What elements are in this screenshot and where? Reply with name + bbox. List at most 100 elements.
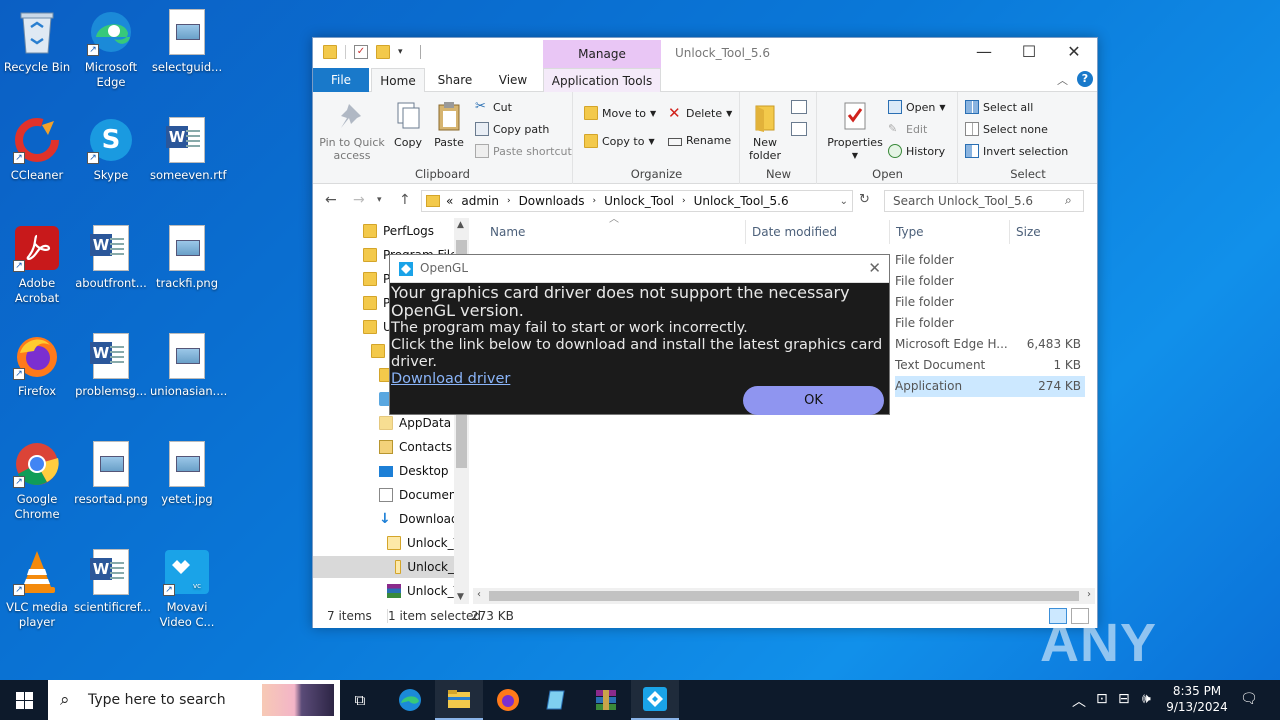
easy-access-icon[interactable] — [791, 122, 807, 136]
dialog-close-icon[interactable]: ✕ — [868, 259, 881, 277]
address-bar[interactable]: « admin › Downloads › Unlock_Tool › Unlo… — [421, 190, 853, 212]
new-folder-button[interactable]: New folder — [745, 100, 785, 162]
desktop-icon-google-chrome[interactable]: ↗ Google Chrome — [0, 440, 74, 522]
desktop-icon-selectguid[interactable]: selectguid... — [150, 8, 224, 75]
move-to-button[interactable]: Move to ▼ — [584, 106, 656, 120]
breadcrumb-overflow[interactable]: « — [446, 194, 453, 208]
nav-item-p2[interactable]: P — [363, 292, 390, 314]
desktop-icon-resortad[interactable]: resortad.png — [74, 440, 148, 507]
desktop-icon-unionasian[interactable]: unionasian.... — [150, 332, 227, 399]
back-arrow-icon[interactable]: ← — [325, 192, 337, 208]
recent-locations-icon[interactable]: ▾ — [377, 195, 382, 205]
desktop-icon-problemsg[interactable]: W problemsg... — [74, 332, 148, 399]
taskbar-search-input[interactable]: ⌕ Type here to search — [48, 680, 340, 720]
tab-file[interactable]: File — [313, 68, 369, 92]
tab-share[interactable]: Share — [429, 68, 481, 92]
search-icon[interactable]: ⌕ — [1065, 193, 1072, 208]
notifications-icon[interactable]: 🗨 — [1240, 691, 1258, 707]
rename-button[interactable]: Rename — [668, 134, 731, 147]
refresh-icon[interactable]: ↻ — [859, 192, 870, 207]
nav-item-downloads[interactable]: ↓ Downloads — [379, 508, 465, 530]
nav-item-p1[interactable]: P — [363, 268, 390, 290]
scroll-up-icon[interactable]: ▲ — [457, 220, 464, 230]
ok-button[interactable]: OK — [743, 386, 884, 415]
select-none-button[interactable]: Select none — [965, 122, 1048, 136]
maximize-button[interactable]: ☐ — [1006, 38, 1052, 68]
scroll-right-icon[interactable]: › — [1087, 589, 1091, 600]
qat-dropdown-icon[interactable]: ▾ — [398, 45, 412, 59]
breadcrumb-unlock-tool[interactable]: Unlock_Tool — [604, 194, 674, 208]
breadcrumb-downloads[interactable]: Downloads — [519, 194, 585, 208]
column-header-date-modified[interactable]: Date modified — [745, 220, 837, 244]
ethernet-icon[interactable]: ⊟ — [1118, 691, 1130, 707]
taskbar-file-explorer-icon[interactable] — [435, 680, 483, 720]
nav-item-unlock-tool-archive[interactable]: Unlock_T — [387, 580, 461, 602]
desktop-icon-adobe-acrobat[interactable]: ↗ Adobe Acrobat — [0, 224, 74, 306]
file-row[interactable]: Microsoft Edge H... 6,483 KB — [895, 334, 1085, 355]
nav-item-unlock-tool-5-6[interactable]: Unlock_ — [313, 556, 454, 578]
copy-button[interactable]: Copy — [391, 100, 425, 149]
column-header-name[interactable]: Name — [490, 220, 525, 244]
search-input[interactable]: Search Unlock_Tool_5.6 — [884, 190, 1084, 212]
desktop-icon-recycle-bin[interactable]: Recycle Bin — [0, 8, 74, 75]
tab-view[interactable]: View — [485, 68, 541, 92]
task-view-icon[interactable]: ⧉ — [336, 680, 384, 720]
new-folder-icon[interactable] — [376, 45, 390, 59]
desktop-icon-aboutfront[interactable]: W aboutfront... — [74, 224, 148, 291]
desktop-icon-scientificref[interactable]: W scientificref... — [74, 548, 151, 615]
address-dropdown-icon[interactable]: ⌄ — [840, 196, 848, 207]
nav-item-users[interactable]: U — [363, 316, 392, 338]
nav-item-contacts[interactable]: Contacts — [379, 436, 452, 458]
taskbar-unlock-tool-icon[interactable] — [631, 680, 679, 720]
breadcrumb-admin[interactable]: admin — [461, 194, 499, 208]
desktop-icon-ccleaner[interactable]: ↗ CCleaner — [0, 116, 74, 183]
collapse-ribbon-icon[interactable]: ︿ — [1057, 72, 1068, 88]
taskbar-firefox-icon[interactable] — [484, 680, 532, 720]
nav-item-desktop[interactable]: Desktop — [379, 460, 449, 482]
invert-selection-button[interactable]: Invert selection — [965, 144, 1068, 158]
taskbar-notepad-icon[interactable] — [533, 680, 581, 720]
file-row[interactable]: File folder — [895, 292, 1085, 313]
taskbar-edge-icon[interactable] — [386, 680, 434, 720]
tab-home[interactable]: Home — [371, 68, 425, 93]
scroll-left-icon[interactable]: ‹ — [477, 589, 481, 600]
desktop-icon-movavi[interactable]: vc ↗ Movavi Video C... — [150, 548, 224, 630]
forward-arrow-icon[interactable]: → — [353, 192, 365, 208]
delete-button[interactable]: ✕ Delete ▼ — [668, 106, 732, 121]
network-icon[interactable]: ⊡ — [1096, 691, 1108, 707]
file-row[interactable]: File folder — [895, 271, 1085, 292]
desktop-icon-someeven[interactable]: W someeven.rtf — [150, 116, 227, 183]
copy-to-button[interactable]: Copy to ▼ — [584, 134, 655, 148]
minimize-button[interactable]: — — [961, 38, 1007, 68]
file-row[interactable]: Text Document 1 KB — [895, 355, 1085, 376]
history-button[interactable]: History — [888, 144, 945, 158]
desktop-icon-trackfi[interactable]: trackfi.png — [150, 224, 224, 291]
system-clock[interactable]: 8:35 PM 9/13/2024 — [1160, 683, 1234, 715]
file-row[interactable]: File folder — [895, 250, 1085, 271]
column-header-type[interactable]: Type — [889, 220, 924, 244]
copy-path-button[interactable]: Copy path — [475, 122, 549, 136]
nav-item-unlock-tool[interactable]: Unlock_T — [387, 532, 461, 554]
scroll-down-icon[interactable]: ▼ — [457, 592, 464, 602]
paste-button[interactable]: Paste — [431, 100, 467, 149]
nav-item-appdata[interactable]: AppData — [379, 412, 451, 434]
horizontal-scrollbar[interactable]: ‹ › — [473, 588, 1095, 604]
edit-button[interactable]: ✎ Edit — [888, 122, 927, 136]
desktop-icon-vlc[interactable]: ↗ VLC media player — [0, 548, 74, 630]
file-row-selected[interactable]: Application 274 KB — [895, 376, 1085, 397]
desktop-icon-firefox[interactable]: ↗ Firefox — [0, 332, 74, 399]
tab-manage[interactable]: Manage — [543, 40, 661, 68]
nav-item-perflogs[interactable]: PerfLogs — [363, 220, 434, 242]
column-header-size[interactable]: Size — [1009, 220, 1041, 244]
start-windows-icon[interactable] — [0, 680, 48, 720]
open-button[interactable]: Open ▼ — [888, 100, 946, 114]
up-arrow-icon[interactable]: ↑ — [399, 192, 411, 208]
new-item-icon[interactable] — [791, 100, 807, 114]
close-button[interactable]: ✕ — [1051, 38, 1097, 68]
breadcrumb-unlock-tool-5-6[interactable]: Unlock_Tool_5.6 — [694, 194, 789, 208]
volume-icon[interactable]: 🕪 — [1142, 691, 1151, 707]
cut-button[interactable]: ✂ Cut — [475, 100, 512, 114]
file-row[interactable]: File folder — [895, 313, 1085, 334]
properties-button[interactable]: Properties ▼ — [824, 100, 886, 162]
desktop-icon-yetet[interactable]: yetet.jpg — [150, 440, 224, 507]
